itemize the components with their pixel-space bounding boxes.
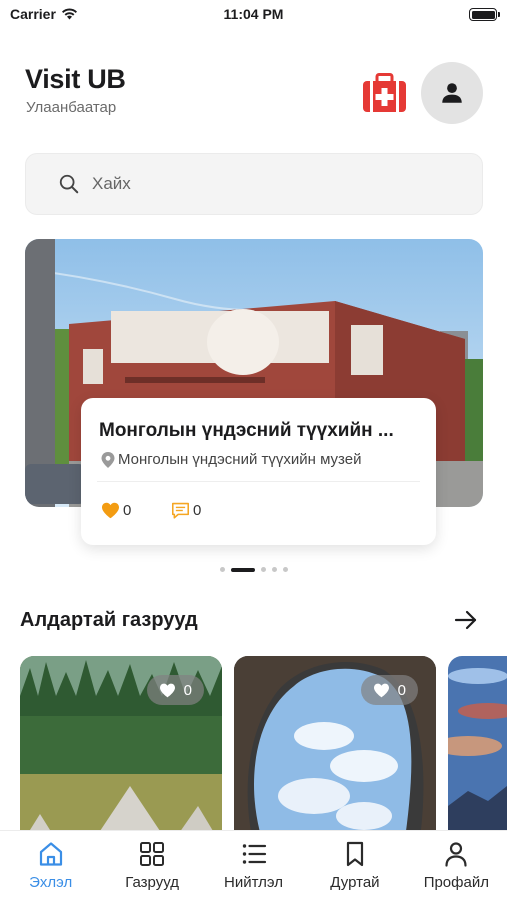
- place-like-count: 0: [397, 681, 406, 699]
- search-bar[interactable]: Хайх: [25, 153, 483, 215]
- city-subtitle: Улаанбаатар: [26, 99, 117, 116]
- carousel-page-indicator[interactable]: [0, 567, 507, 572]
- featured-place-card[interactable]: Монголын үндэсний түүхийн ... Монголын ү…: [81, 398, 436, 545]
- bottom-tab-bar: Эхлэл Газрууд Нийтлэл Дуртай Профайл: [0, 830, 507, 900]
- location-pin-icon: [101, 451, 115, 468]
- user-icon: [442, 83, 462, 103]
- featured-comment-count: 0: [193, 502, 202, 519]
- battery-icon: [469, 8, 500, 21]
- app-title: Visit UB: [25, 64, 126, 94]
- card-divider: [97, 481, 420, 482]
- tab-articles-label: Нийтлэл: [224, 874, 283, 891]
- heart-icon: [159, 683, 175, 697]
- tab-articles[interactable]: Нийтлэл: [203, 831, 304, 900]
- comment-icon: [171, 502, 189, 519]
- sky-landscape-photo: [448, 656, 507, 846]
- tab-places[interactable]: Газрууд: [101, 831, 202, 900]
- tab-profile[interactable]: Профайл: [406, 831, 507, 900]
- carousel-dot[interactable]: [219, 567, 225, 572]
- home-icon: [39, 842, 62, 866]
- clock: 11:04 PM: [223, 6, 284, 22]
- tab-favorites[interactable]: Дуртай: [304, 831, 405, 900]
- carousel-dot-active[interactable]: [230, 567, 255, 572]
- place-like-badge[interactable]: 0: [360, 675, 418, 705]
- popular-place-card[interactable]: [448, 656, 507, 846]
- featured-place-location-label: Монголын үндэсний түүхийн музей: [118, 451, 362, 468]
- popular-place-card[interactable]: 0: [234, 656, 436, 846]
- featured-place-title: Монголын үндэсний түүхийн ...: [99, 420, 394, 441]
- carousel-dot[interactable]: [282, 567, 288, 572]
- bookmark-icon: [346, 841, 364, 867]
- heart-icon: [102, 502, 119, 519]
- heart-icon: [373, 683, 389, 697]
- search-placeholder: Хайх: [92, 174, 131, 193]
- search-icon: [59, 174, 79, 194]
- tab-profile-label: Профайл: [423, 874, 489, 891]
- popular-section-title: Алдартай газрууд: [20, 609, 198, 631]
- place-like-count: 0: [183, 681, 192, 699]
- carousel-dot[interactable]: [271, 567, 277, 572]
- featured-like-count: 0: [123, 502, 132, 519]
- grid-icon: [140, 842, 165, 866]
- status-bar: Carrier 11:04 PM: [0, 0, 507, 30]
- carousel-dot[interactable]: [260, 567, 266, 572]
- tab-home-label: Эхлэл: [29, 874, 73, 891]
- profile-avatar-button[interactable]: [421, 62, 483, 124]
- featured-comment-button[interactable]: 0: [171, 502, 201, 519]
- arrow-right-icon[interactable]: [453, 608, 479, 632]
- tab-favorites-label: Дуртай: [330, 874, 380, 891]
- place-like-badge[interactable]: 0: [146, 675, 204, 705]
- list-icon: [242, 844, 266, 864]
- tab-home[interactable]: Эхлэл: [0, 831, 101, 900]
- user-icon: [445, 842, 467, 867]
- popular-place-card[interactable]: 0: [20, 656, 222, 846]
- first-aid-kit-button[interactable]: [362, 73, 407, 113]
- featured-like-button[interactable]: 0: [101, 502, 131, 519]
- featured-place-location: Монголын үндэсний түүхийн музей: [101, 451, 362, 468]
- tab-places-label: Газрууд: [125, 874, 179, 891]
